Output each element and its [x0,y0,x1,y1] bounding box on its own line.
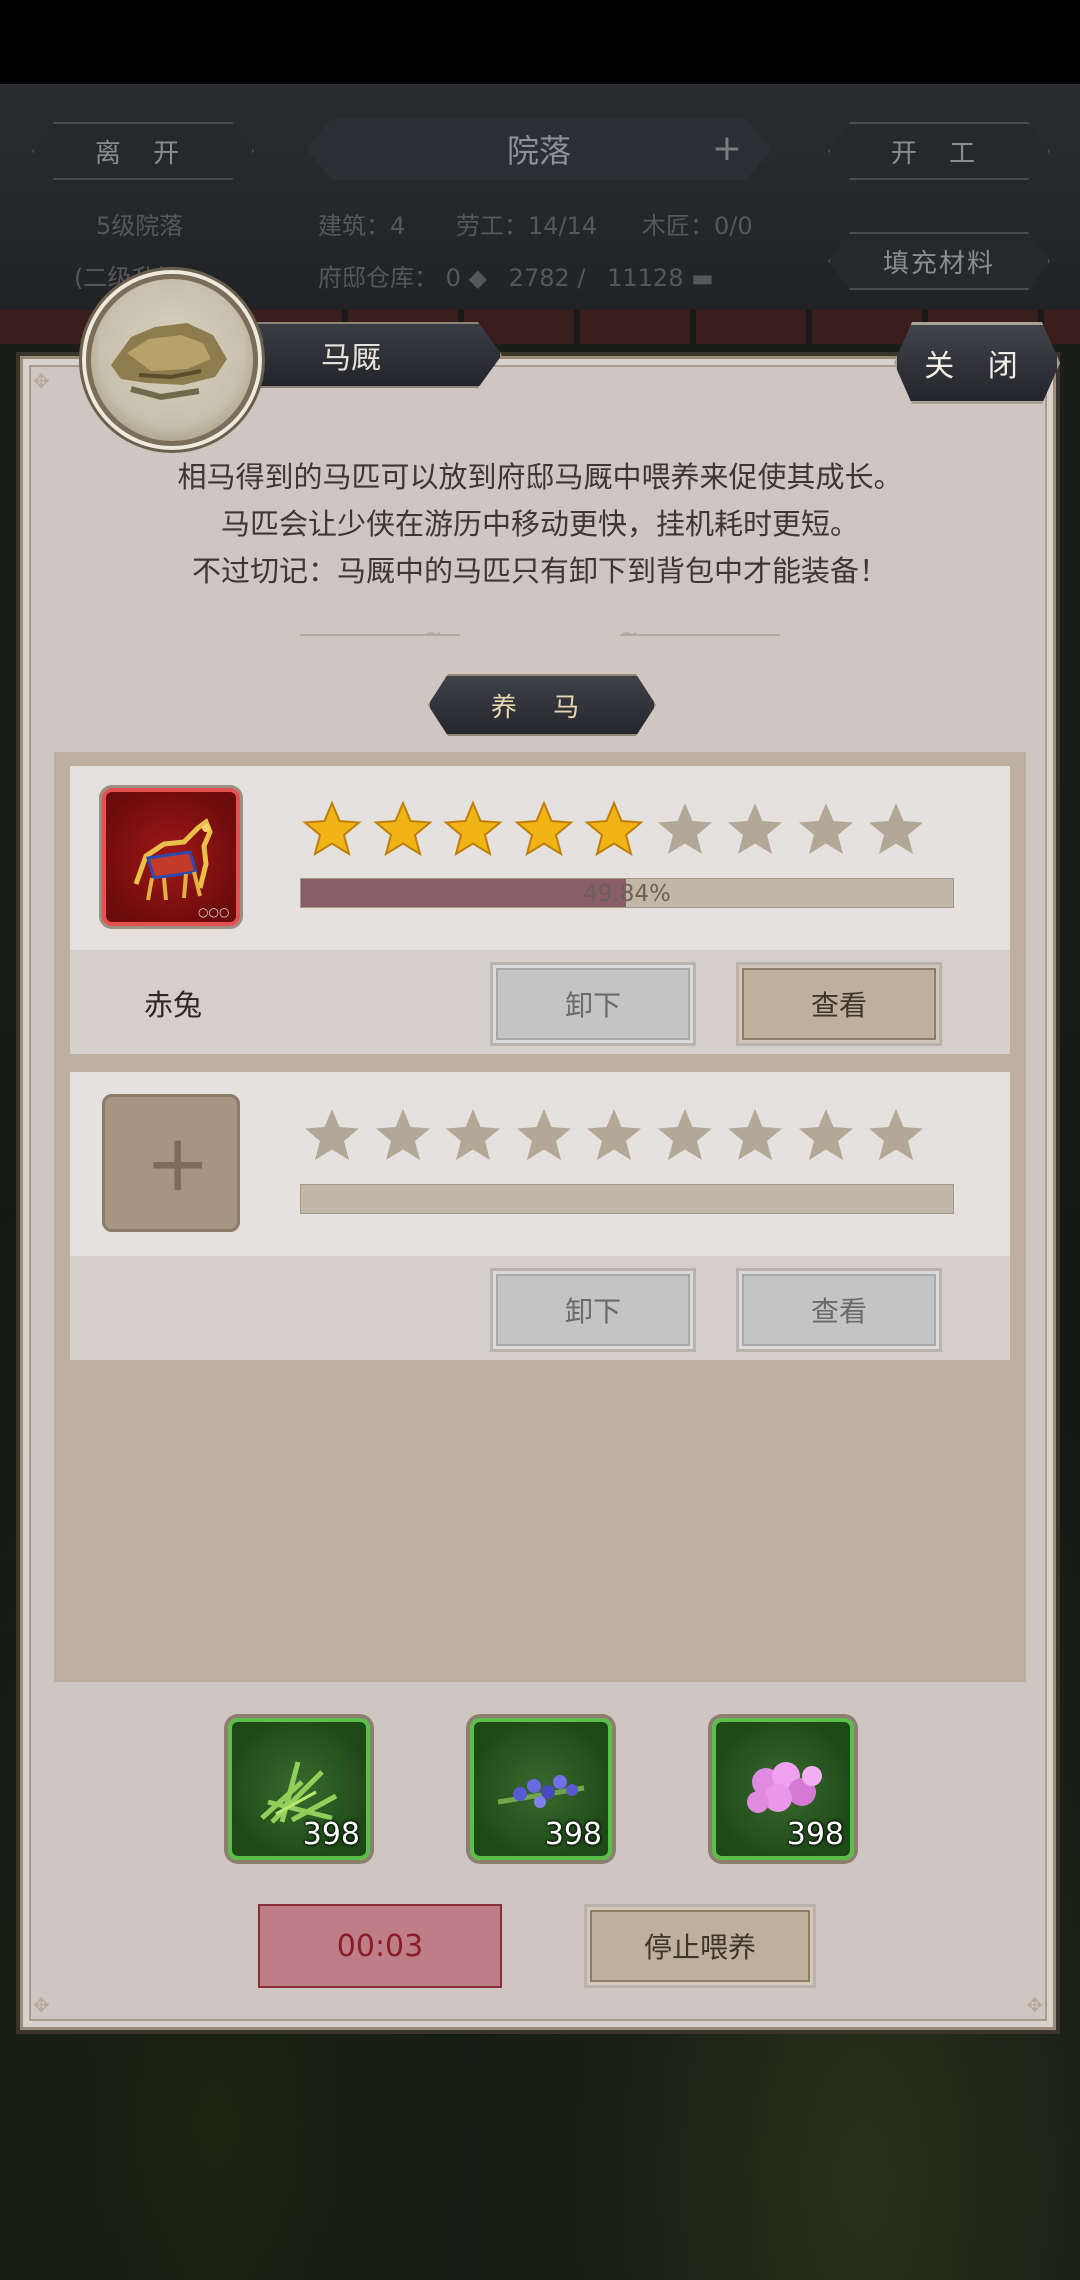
labor-count: 劳工：14/14 [456,212,598,240]
status-bar [0,0,1080,84]
growth-progress-bar [300,1184,954,1214]
growth-progress-text [301,1185,953,1213]
warehouse-value-2: 2782 [508,264,570,292]
unload-button[interactable]: 卸下 [490,962,696,1046]
courtyard-level: 5级院落 [96,212,184,240]
horse-slot-actions: 卸下 查看 [70,1256,1010,1360]
star-empty-icon [587,1109,641,1160]
warehouse-value-3: 11128 [607,264,684,292]
red-horse-icon[interactable]: ○○○ [102,788,240,926]
horse-slot-top: + [70,1072,1010,1256]
corner-ornament: ✥ [33,369,50,393]
warehouse-value-1: 0 [445,264,461,292]
corner-ornament: ✥ [33,1993,50,2017]
star-empty-icon [869,1109,923,1160]
swirl-ornament: ~ [424,622,443,647]
feed-count: 398 [786,1817,844,1852]
star-empty-icon [728,1109,782,1160]
horse-slot-actions: 赤兔 卸下 查看 [70,950,1010,1054]
courtyard-title: 院落 + [306,118,772,180]
feed-item-grass[interactable]: 398 [228,1718,370,1860]
star-filled-icon [372,800,433,857]
intro-line: 不过切记：马厩中的马匹只有卸下到背包中才能装备！ [191,554,888,588]
rock-icon [111,323,227,401]
warehouse-label: 府邸仓库： [318,264,438,292]
growth-progress-bar: 49.84% [300,878,954,908]
iron-icon: ▬ [691,264,714,292]
corner-ornament: ✥ [1026,1993,1043,2017]
star-empty-icon [516,1109,571,1160]
svg-text:○○○: ○○○ [198,905,229,919]
star-empty-icon [798,1109,853,1160]
star-empty-icon [375,1109,430,1160]
intro-line: 相马得到的马匹可以放到府邸马厩中喂养来促使其成长。 [177,460,903,494]
star-filled-icon [302,800,362,857]
star-empty-icon [728,803,782,854]
horse-slot-top: ○○○ 49.84% [70,766,1010,950]
horse-name: 赤兔 [144,988,203,1022]
leave-button[interactable]: 离 开 [32,122,254,180]
plus-icon[interactable]: + [712,128,742,169]
courtyard-title-text: 院落 [506,132,571,170]
section-title: 养 马 [428,674,656,736]
star-empty-icon [305,1109,359,1160]
star-empty-icon [657,803,712,854]
building-count: 建筑：4 [318,212,406,240]
stop-feeding-button[interactable]: 停止喂养 [584,1904,816,1988]
stable-emblem-icon [86,274,258,446]
star-empty-icon [446,1109,500,1160]
warehouse-stats: 府邸仓库： 0 ◆ 2782 / 11128 ▬ [318,258,714,293]
unload-button[interactable]: 卸下 [490,1268,696,1352]
horse-figure: ○○○ [133,818,229,919]
horse-slot: + 卸下 查看 [70,1072,1010,1360]
star-rating [302,1106,982,1166]
feed-count: 398 [302,1817,360,1852]
feeding-timer: 00:03 [258,1904,502,1988]
start-work-button[interactable]: 开 工 [828,122,1050,180]
close-button[interactable]: 关 闭 [894,322,1060,404]
stone-icon: ◆ [468,264,488,292]
horse-list: ○○○ 49.84% 赤兔 卸下 查看 + 卸下 查看 [54,752,1026,1682]
intro-text: 相马得到的马匹可以放到府邸马厩中喂养来促使其成长。 马匹会让少侠在游历中移动更快… [60,454,1020,595]
intro-line: 马匹会让少侠在游历中移动更快，挂机耗时更短。 [220,507,859,541]
feed-item-blue-flower[interactable]: 398 [470,1718,612,1860]
star-filled-icon [513,800,574,857]
star-filled-icon [443,800,503,857]
view-button[interactable]: 查看 [736,1268,942,1352]
star-empty-icon [869,803,923,854]
wood-icon: / [577,264,586,292]
growth-progress-text: 49.84% [583,881,671,907]
fill-material-button[interactable]: 填充材料 [828,232,1050,290]
horse-slot: ○○○ 49.84% 赤兔 卸下 查看 [70,766,1010,1054]
add-horse-button[interactable]: + [102,1094,240,1232]
carpenter-count: 木匠：0/0 [642,212,753,240]
star-rating [302,800,982,860]
plus-icon: + [145,1119,211,1209]
star-filled-icon [584,800,644,857]
swirl-ornament: ~ [620,622,639,647]
feed-count: 398 [544,1817,602,1852]
divider [620,634,780,636]
star-empty-icon [798,803,853,854]
view-button[interactable]: 查看 [736,962,942,1046]
feed-item-pink-flower[interactable]: 398 [712,1718,854,1860]
star-empty-icon [657,1109,712,1160]
